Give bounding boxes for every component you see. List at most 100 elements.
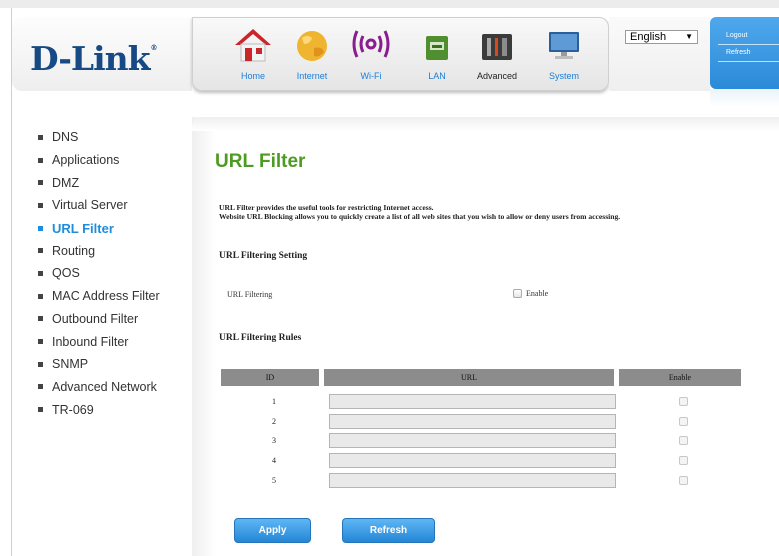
- table-row: 1: [0, 393, 779, 411]
- session-divider: [718, 44, 779, 45]
- rules-heading: URL Filtering Rules: [219, 333, 302, 343]
- url-filtering-label: URL Filtering: [227, 290, 273, 299]
- sidebar-item-url-filter[interactable]: URL Filter: [38, 217, 160, 240]
- bullet-icon: [38, 316, 43, 322]
- wifi-icon: [352, 30, 390, 58]
- tools-icon: [482, 34, 512, 60]
- nav-system[interactable]: System: [537, 26, 591, 88]
- sidebar-item-label: Inbound Filter: [52, 334, 129, 349]
- url-input[interactable]: [329, 453, 616, 468]
- sidebar-item-inbound-filter[interactable]: Inbound Filter: [38, 330, 160, 353]
- row-id: 5: [272, 476, 276, 485]
- bullet-icon: [38, 134, 43, 140]
- enable-label: Enable: [526, 289, 549, 298]
- sidebar-item-label: DNS: [52, 130, 79, 145]
- refresh-link[interactable]: Refresh: [710, 49, 751, 56]
- language-select-value: English: [630, 31, 667, 43]
- description-line: Website URL Blocking allows you to quick…: [219, 212, 621, 221]
- nav-advanced[interactable]: Advanced: [470, 26, 524, 88]
- sidebar-item-label: Applications: [52, 153, 120, 168]
- session-divider: [718, 61, 779, 62]
- sidebar-item-dmz[interactable]: DMZ: [38, 171, 160, 194]
- column-header-url: URL: [324, 369, 614, 386]
- sidebar-item-dns[interactable]: DNS: [38, 126, 160, 149]
- rule-enable-checkbox[interactable]: [679, 456, 688, 465]
- table-row: 2: [0, 413, 779, 431]
- column-header-enable: Enable: [619, 369, 741, 386]
- sidebar-item-label: Outbound Filter: [52, 311, 139, 326]
- nav-advanced-label: Advanced: [476, 71, 518, 81]
- rule-enable-checkbox[interactable]: [679, 417, 688, 426]
- page-title: URL Filter: [215, 151, 306, 172]
- url-input[interactable]: [329, 433, 616, 448]
- column-header-id: ID: [221, 369, 319, 386]
- refresh-button[interactable]: Refresh: [342, 518, 435, 543]
- rule-enable-checkbox[interactable]: [679, 397, 688, 406]
- logo-panel: D-Link®: [12, 17, 192, 91]
- table-row: 4: [0, 452, 779, 470]
- bullet-icon: [38, 270, 43, 276]
- sidebar-item-label: Routing: [52, 243, 96, 258]
- sidebar-item-routing[interactable]: Routing: [38, 239, 160, 262]
- table-row: 5: [0, 472, 779, 490]
- sidebar-item-applications[interactable]: Applications: [38, 149, 160, 172]
- page-description: URL Filter provides the useful tools for…: [219, 203, 620, 221]
- nav-lan-label: LAN: [428, 71, 446, 81]
- rule-enable-checkbox[interactable]: [679, 436, 688, 445]
- sidebar-item-virtual-server[interactable]: Virtual Server: [38, 194, 160, 217]
- url-filtering-enable[interactable]: Enable: [513, 289, 548, 298]
- bullet-icon: [38, 293, 43, 299]
- bullet-icon: [38, 180, 43, 186]
- top-bar: [0, 0, 779, 8]
- logout-link[interactable]: Logout: [710, 32, 747, 39]
- url-input[interactable]: [329, 473, 616, 488]
- row-id: 1: [272, 397, 276, 406]
- url-input[interactable]: [329, 394, 616, 409]
- nav-home[interactable]: Home: [226, 26, 280, 88]
- row-id: 2: [272, 417, 276, 426]
- sidebar-item-snmp[interactable]: SNMP: [38, 353, 160, 376]
- sidebar-item-label: MAC Address Filter: [52, 289, 160, 304]
- sidebar-item-label: URL Filter: [52, 220, 114, 236]
- sidebar-menu: DNS Applications DMZ Virtual Server URL …: [38, 126, 160, 421]
- sidebar-item-mac-address-filter[interactable]: MAC Address Filter: [38, 285, 160, 308]
- nav-system-label: System: [548, 71, 579, 81]
- bullet-icon: [38, 384, 43, 390]
- bullet-icon: [38, 202, 43, 208]
- rule-enable-checkbox[interactable]: [679, 476, 688, 485]
- sidebar-item-label: Virtual Server: [52, 198, 128, 213]
- lan-icon: [426, 36, 448, 60]
- apply-button[interactable]: Apply: [234, 518, 311, 543]
- bullet-icon: [38, 157, 43, 163]
- globe-icon: [297, 31, 327, 61]
- nav-lan[interactable]: LAN: [410, 26, 464, 88]
- enable-checkbox[interactable]: [513, 289, 522, 298]
- header-right-panel: [609, 17, 710, 91]
- content-panel-top: [192, 117, 779, 131]
- home-icon: [235, 29, 271, 62]
- nav-wifi[interactable]: Wi-Fi: [344, 26, 398, 88]
- nav-wifi-label: Wi-Fi: [360, 71, 382, 81]
- bullet-icon: [38, 361, 43, 367]
- nav-internet[interactable]: Internet: [285, 26, 339, 88]
- sidebar-item-outbound-filter[interactable]: Outbound Filter: [38, 308, 160, 331]
- url-input[interactable]: [329, 414, 616, 429]
- monitor-icon: [549, 32, 579, 59]
- table-row: 3: [0, 432, 779, 450]
- setting-heading: URL Filtering Setting: [219, 251, 308, 261]
- session-panel-fade: [710, 89, 779, 107]
- main-nav: Home Internet Wi-Fi LAN Advanced System: [192, 17, 609, 91]
- bullet-icon: [38, 225, 43, 231]
- sidebar-item-label: QOS: [52, 266, 80, 281]
- sidebar-item-qos[interactable]: QOS: [38, 262, 160, 285]
- nav-home-label: Home: [240, 71, 265, 81]
- row-id: 3: [272, 436, 276, 445]
- row-id: 4: [272, 456, 276, 465]
- sidebar-item-label: SNMP: [52, 357, 89, 372]
- language-select[interactable]: English ▼: [625, 30, 698, 44]
- sidebar-item-label: Advanced Network: [52, 379, 157, 394]
- bullet-icon: [38, 339, 43, 345]
- session-panel: Logout Refresh: [710, 17, 779, 89]
- chevron-down-icon: ▼: [685, 32, 693, 41]
- bullet-icon: [38, 248, 43, 254]
